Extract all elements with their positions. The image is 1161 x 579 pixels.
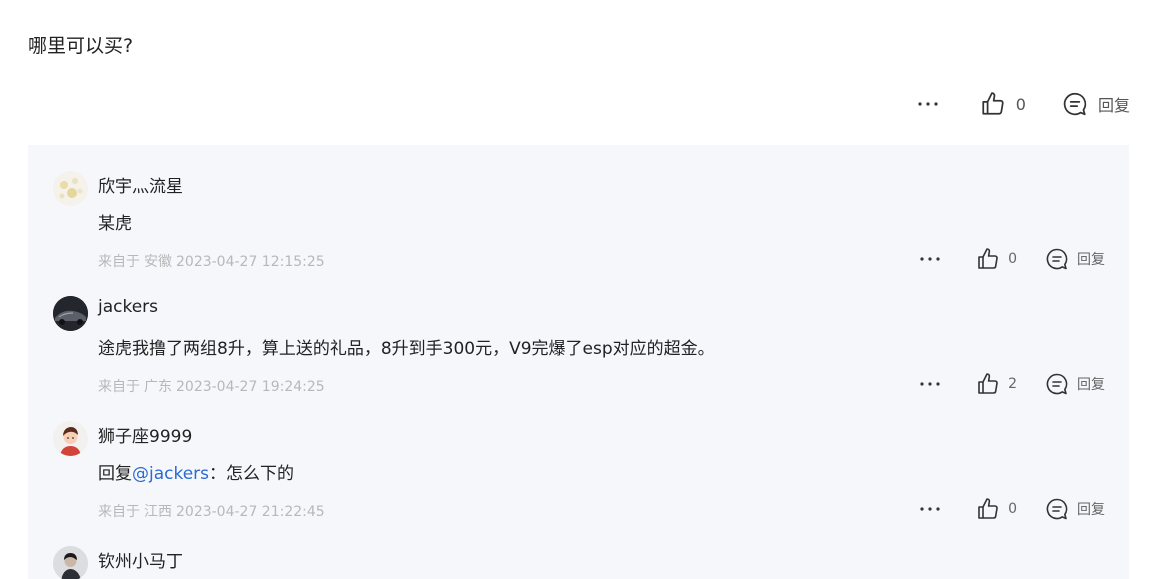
- reply-button[interactable]: 回复: [1045, 497, 1105, 521]
- comment-icon: [1046, 498, 1068, 520]
- location: 江西: [144, 504, 172, 520]
- reply-label: 回复: [1097, 96, 1130, 115]
- thumbs-up-icon: [978, 498, 998, 519]
- comment-icon: [1046, 248, 1068, 270]
- username[interactable]: jackers: [98, 297, 158, 317]
- source-label: 来自于: [98, 504, 140, 520]
- source-label: 来自于: [98, 254, 140, 270]
- comment-icon: [1063, 92, 1087, 116]
- like-count: 0: [1015, 94, 1026, 114]
- thumbs-up-icon: [982, 92, 1004, 115]
- source-label: 来自于: [98, 379, 140, 395]
- reply-text: ：怎么下的: [209, 464, 295, 484]
- like-button[interactable]: 0: [980, 91, 1062, 117]
- avatar[interactable]: [53, 421, 88, 456]
- more-icon: [920, 257, 940, 261]
- location: 安徽: [144, 254, 172, 270]
- reply-content: 某虎: [98, 209, 132, 234]
- like-count: 2: [1008, 376, 1017, 392]
- reply-action-bar: 0 回复: [918, 495, 1105, 523]
- reply-action-bar: 0 回复: [918, 245, 1105, 273]
- reply-meta: 来自于 广东 2023-04-27 19:24:25: [98, 376, 325, 396]
- location: 广东: [144, 379, 172, 395]
- comment-icon: [1046, 373, 1068, 395]
- timestamp: 2023-04-27 12:15:25: [176, 254, 325, 270]
- reply-prefix: 回复: [98, 464, 132, 484]
- mention-link[interactable]: @jackers: [132, 464, 209, 484]
- reply-content: 途虎我撸了两组8升，算上送的礼品，8升到手300元，V9完爆了esp对应的超金。: [98, 334, 715, 359]
- reply-button[interactable]: 回复: [1045, 372, 1105, 396]
- reply-label: 回复: [1077, 502, 1105, 518]
- reply-content: 回复@jackers：怎么下的: [98, 459, 294, 484]
- timestamp: 2023-04-27 19:24:25: [176, 379, 325, 395]
- more-options-button[interactable]: [918, 256, 942, 262]
- more-icon: [918, 102, 938, 106]
- like-count: 0: [1008, 251, 1017, 267]
- reply-text: 途虎我撸了两组8升，算上送的礼品，8升到手300元，V9完爆了esp对应的超金。: [98, 339, 715, 359]
- username[interactable]: 狮子座9999: [98, 422, 192, 447]
- more-icon: [920, 507, 940, 511]
- avatar[interactable]: [53, 296, 88, 331]
- like-button[interactable]: 0: [976, 247, 1045, 271]
- reply-action-bar: 2 回复: [918, 370, 1105, 398]
- reply-meta: 来自于 安徽 2023-04-27 12:15:25: [98, 251, 325, 271]
- thumbs-up-icon: [978, 248, 998, 269]
- reply-label: 回复: [1077, 377, 1105, 393]
- avatar[interactable]: [53, 171, 88, 206]
- like-count: 0: [1008, 501, 1017, 517]
- reply-text: 某虎: [98, 214, 132, 234]
- reply-label: 回复: [1077, 252, 1105, 268]
- more-options-button[interactable]: [918, 381, 942, 387]
- more-options-button[interactable]: [918, 506, 942, 512]
- thumbs-up-icon: [978, 373, 998, 394]
- username[interactable]: 钦州小马丁: [98, 547, 183, 572]
- question-action-bar: 0 回复: [916, 88, 1130, 120]
- more-icon: [920, 382, 940, 386]
- like-button[interactable]: 0: [976, 497, 1045, 521]
- username[interactable]: 欣宇灬流星: [98, 172, 183, 197]
- reply-meta: 来自于 江西 2023-04-27 21:22:45: [98, 501, 325, 521]
- avatar[interactable]: [53, 546, 88, 579]
- timestamp: 2023-04-27 21:22:45: [176, 504, 325, 520]
- reply-button[interactable]: 回复: [1045, 247, 1105, 271]
- like-button[interactable]: 2: [976, 372, 1045, 396]
- reply-button[interactable]: 回复: [1062, 91, 1130, 117]
- more-options-button[interactable]: [916, 101, 940, 107]
- question-text: 哪里可以买?: [28, 35, 134, 57]
